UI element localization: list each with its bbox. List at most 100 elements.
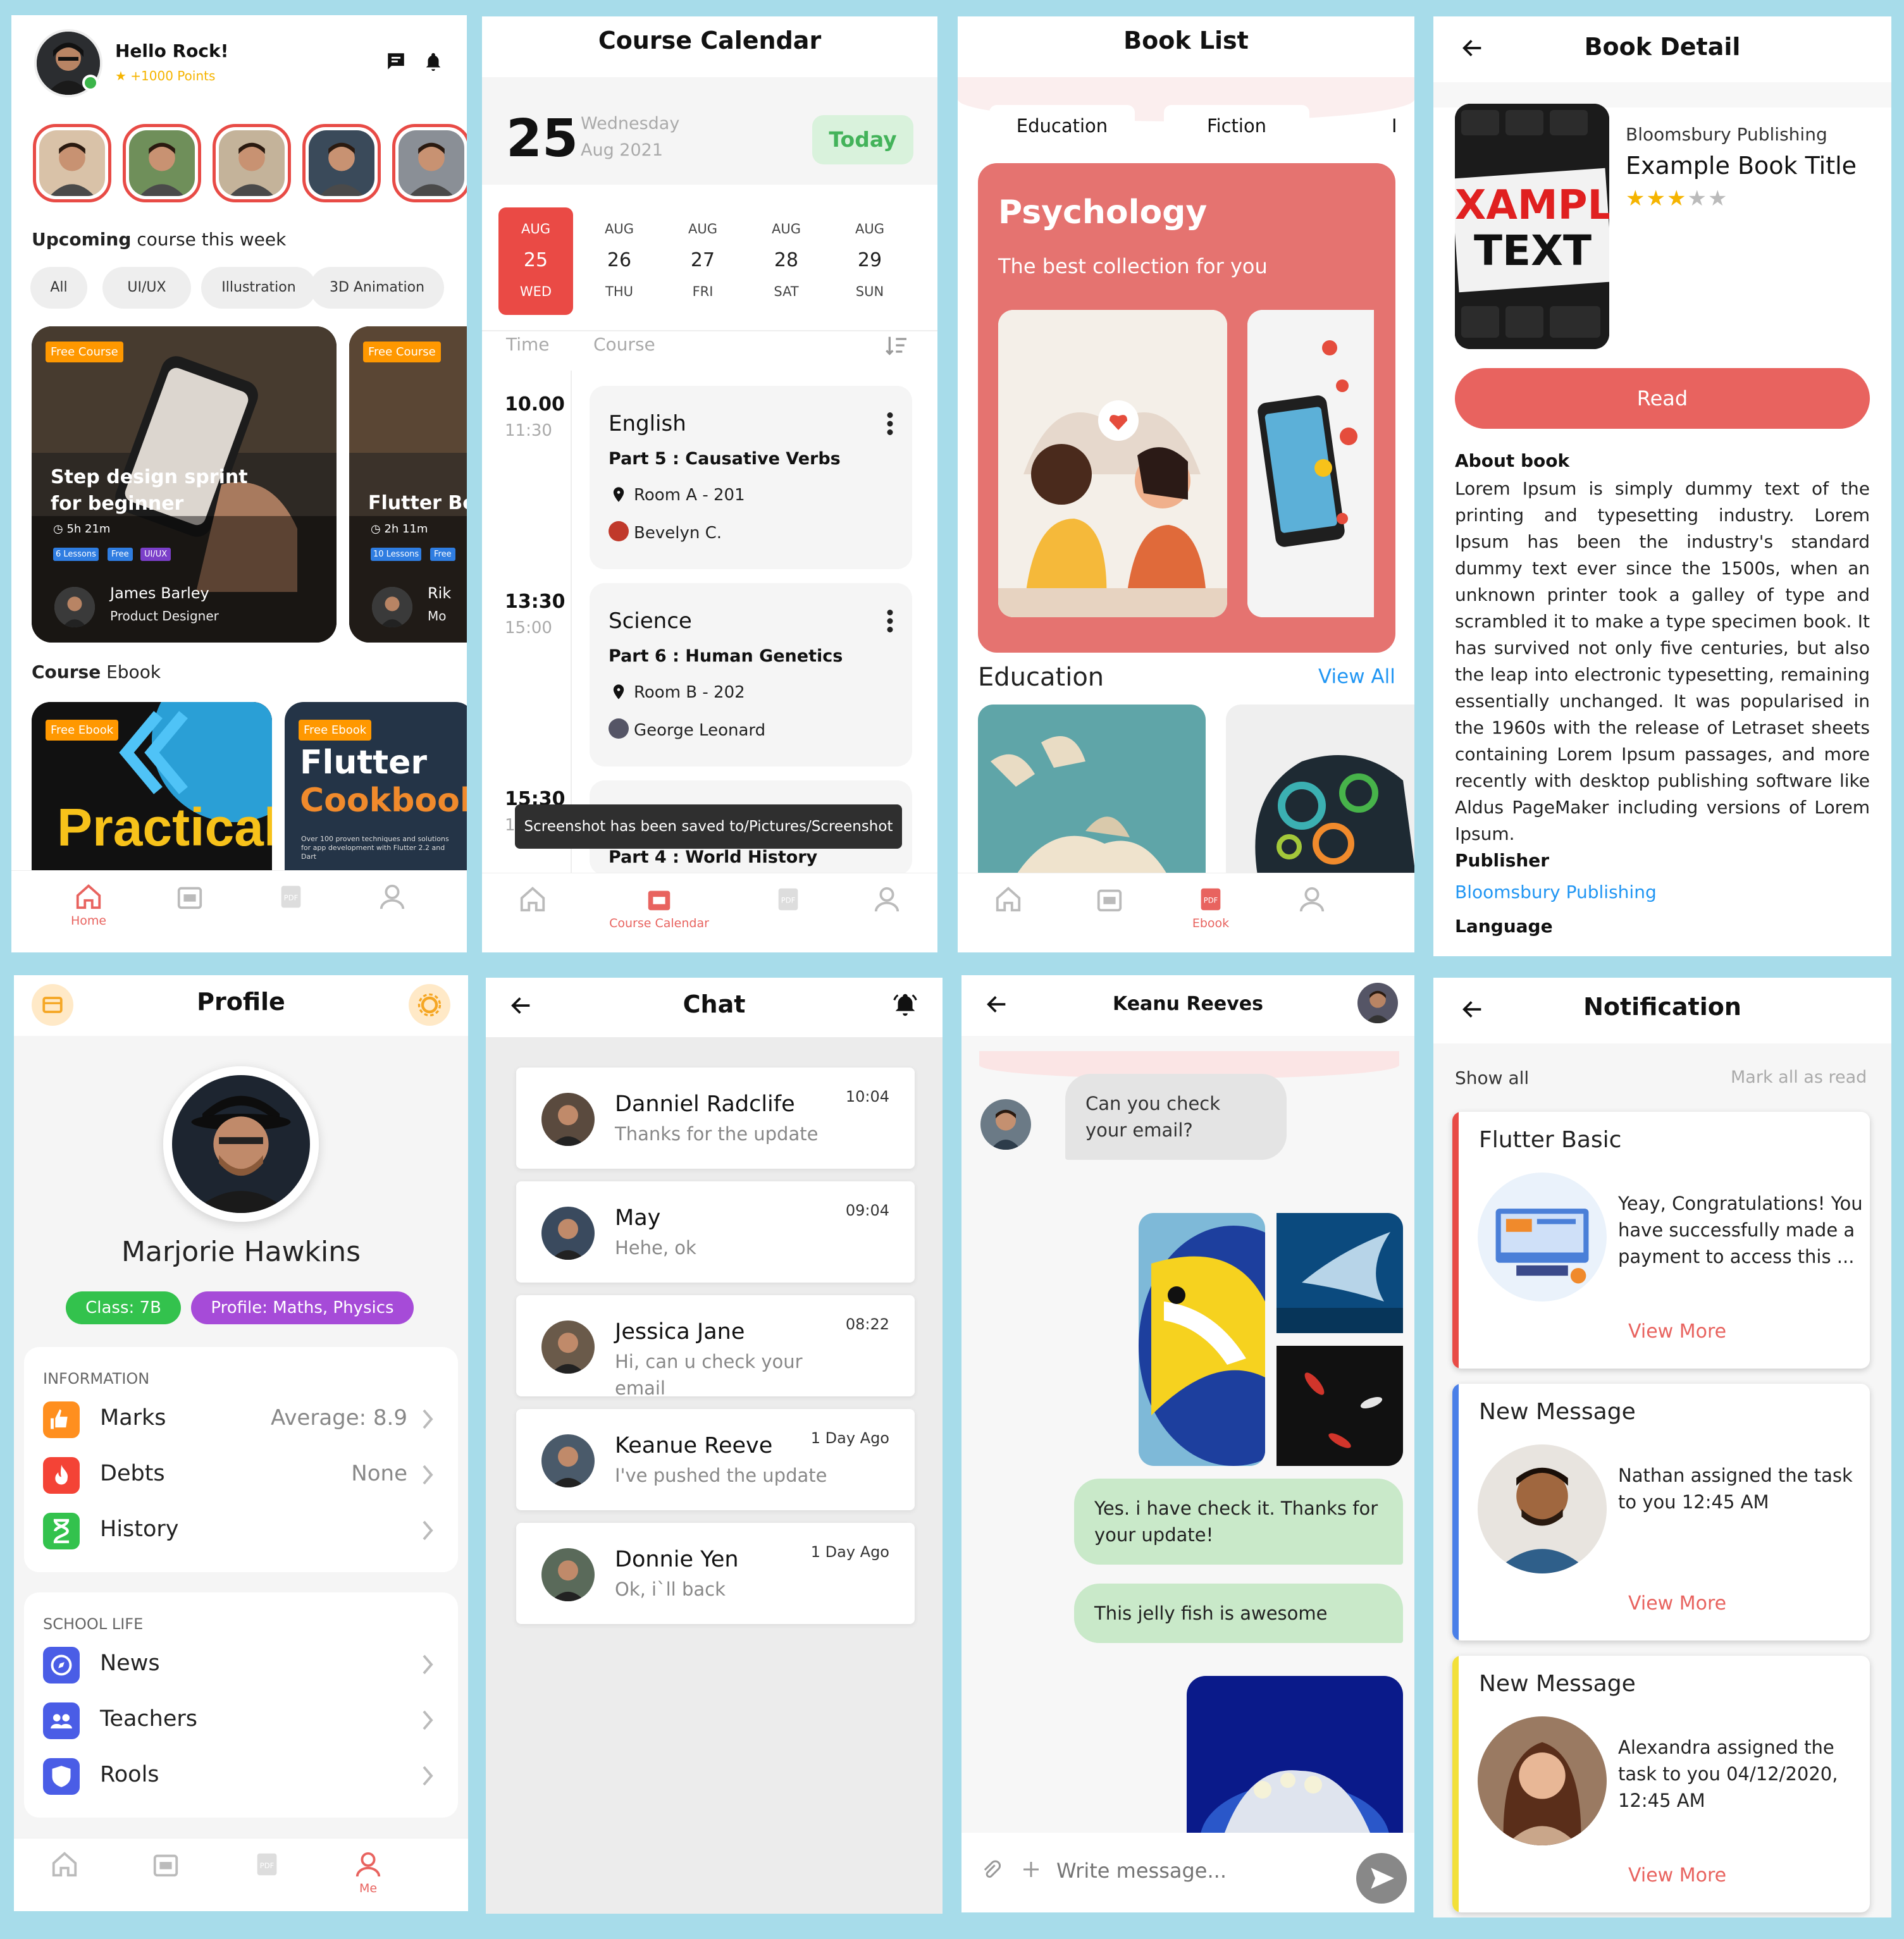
contact-avatar[interactable]	[1357, 983, 1398, 1023]
start-time: 10.00	[505, 393, 565, 416]
notification-card[interactable]: New Message Nathan assigned the task to …	[1452, 1384, 1870, 1640]
info-row-debts[interactable]: Debts None	[43, 1448, 439, 1503]
nav-home[interactable]: Home	[51, 882, 127, 928]
date-month: AUG	[688, 221, 717, 237]
end-time: 1	[505, 816, 516, 835]
chat-thread[interactable]: Jessica Jane Hi, can u check your email …	[516, 1295, 915, 1399]
ebook-card[interactable]: Free Ebook Flutter Cookbook Over 100 pro…	[285, 702, 467, 885]
svg-text:PDF: PDF	[260, 1861, 274, 1870]
publisher-link[interactable]: Bloomsbury Publishing	[1455, 882, 1657, 902]
user-icon	[354, 1850, 383, 1879]
thumbs-up-icon	[43, 1401, 80, 1438]
story-avatar[interactable]	[33, 124, 111, 202]
nav-ebook[interactable]: PDF Ebook	[1173, 885, 1249, 930]
profile-avatar[interactable]	[163, 1066, 319, 1222]
book-cover[interactable]	[1247, 310, 1374, 617]
send-icon	[1371, 1868, 1394, 1889]
last-message: Thanks for the update	[615, 1123, 819, 1145]
ringing-bell-icon[interactable]	[891, 990, 920, 1019]
book-cover[interactable]	[998, 310, 1227, 617]
book-thumb[interactable]	[978, 705, 1206, 875]
view-more-link[interactable]: View More	[1628, 1592, 1726, 1615]
shared-image[interactable]	[1277, 1346, 1403, 1466]
send-button[interactable]	[1356, 1853, 1407, 1904]
date-weekday: SUN	[855, 284, 884, 299]
course-title: Flutter Bc	[368, 492, 467, 514]
course-teacher: George Leonard	[634, 721, 766, 740]
shared-image[interactable]	[1187, 1676, 1403, 1833]
show-all-link[interactable]: Show all	[1455, 1068, 1529, 1088]
contact-avatar	[541, 1548, 595, 1601]
school-row-news[interactable]: News	[43, 1638, 439, 1692]
course-card[interactable]: Science Part 6 : Human Genetics Room B -…	[590, 583, 912, 766]
author-role: Product Designer	[110, 608, 219, 624]
view-all-link[interactable]: View All	[1318, 665, 1395, 688]
chip-all[interactable]: All	[30, 267, 87, 309]
notification-card[interactable]: New Message Alexandra assigned the task …	[1452, 1656, 1870, 1912]
psychology-banner[interactable]: Psychology The best collection for you	[978, 163, 1395, 653]
nav-calendar[interactable]	[128, 1850, 204, 1881]
nav-calendar[interactable]	[152, 882, 228, 914]
sort-icon[interactable]	[883, 333, 911, 358]
chat-thread[interactable]: Danniel Radclife Thanks for the update 1…	[516, 1068, 915, 1169]
view-more-link[interactable]: View More	[1628, 1864, 1726, 1887]
read-button[interactable]: Read	[1455, 368, 1870, 429]
story-avatar[interactable]	[213, 124, 291, 202]
chip-3d-animation[interactable]: 3D Animation	[310, 267, 444, 309]
more-icon[interactable]	[887, 610, 893, 632]
date-cell[interactable]: AUG 28 SAT	[749, 207, 824, 315]
story-avatar[interactable]	[123, 124, 201, 202]
nav-ebook[interactable]: PDF	[253, 882, 329, 914]
course-card[interactable]: English Part 5 : Causative Verbs Room A …	[590, 386, 912, 569]
info-row-history[interactable]: History	[43, 1504, 439, 1558]
ebook-card[interactable]: Free Ebook Practical	[32, 702, 272, 885]
story-avatar[interactable]	[392, 124, 467, 202]
page-title: Profile	[197, 988, 285, 1016]
attach-icon[interactable]	[978, 1857, 1003, 1882]
message-icon[interactable]	[385, 51, 407, 72]
add-icon[interactable]	[1020, 1858, 1042, 1881]
info-row-marks[interactable]: Marks Average: 8.9	[43, 1393, 439, 1447]
nav-calendar[interactable]: Course Calendar	[596, 885, 722, 930]
date-cell[interactable]: AUG 25 WED	[498, 207, 573, 315]
tab-education[interactable]: Education	[989, 105, 1135, 147]
tab-fiction[interactable]: Fiction	[1164, 105, 1309, 147]
chat-thread[interactable]: Donnie Yen Ok, i`ll back 1 Day Ago	[516, 1523, 915, 1624]
tab-more[interactable]: I	[1392, 105, 1414, 147]
nav-profile[interactable]	[354, 882, 430, 914]
message-input[interactable]	[1056, 1852, 1322, 1890]
notification-card[interactable]: Flutter Basic Yeay, Congratulations! You…	[1452, 1112, 1870, 1369]
nav-profile[interactable]	[1274, 885, 1350, 916]
nav-calendar[interactable]	[1072, 885, 1147, 916]
nav-profile[interactable]	[849, 885, 925, 916]
nav-home[interactable]	[27, 1850, 102, 1881]
author-role: Mo	[428, 608, 447, 624]
chip-illustration[interactable]: Illustration	[201, 267, 316, 309]
mark-all-read-link[interactable]: Mark all as read	[1731, 1068, 1867, 1087]
settings-gear-icon[interactable]	[409, 984, 450, 1026]
school-row-rools[interactable]: Rools	[43, 1749, 439, 1804]
book-thumb[interactable]	[1226, 705, 1414, 875]
shared-image[interactable]	[1277, 1213, 1403, 1333]
school-row-teachers[interactable]: Teachers	[43, 1694, 439, 1748]
view-more-link[interactable]: View More	[1628, 1320, 1726, 1343]
more-icon[interactable]	[887, 412, 893, 435]
shared-image[interactable]	[1139, 1213, 1265, 1466]
calendar-icon	[151, 1850, 180, 1879]
chat-thread[interactable]: Keanue Reeve I've pushed the update 1 Da…	[516, 1409, 915, 1510]
bell-icon[interactable]	[423, 51, 444, 73]
nav-ebook[interactable]: PDF	[229, 1850, 305, 1881]
date-cell[interactable]: AUG 27 FRI	[665, 207, 740, 315]
course-card[interactable]: Free Course Flutter Bc ◷ 2h 11m 10 Lesso…	[349, 326, 467, 643]
star-icon: ★	[1707, 186, 1729, 211]
nav-profile[interactable]: Me	[330, 1850, 406, 1895]
story-avatar[interactable]	[302, 124, 381, 202]
nav-ebook[interactable]: PDF	[750, 885, 826, 916]
date-cell[interactable]: AUG 26 THU	[582, 207, 657, 315]
nav-home[interactable]	[495, 885, 571, 916]
date-cell[interactable]: AUG 29 SUN	[832, 207, 907, 315]
chat-thread[interactable]: May Hehe, ok 09:04	[516, 1181, 915, 1283]
nav-home[interactable]	[970, 885, 1046, 916]
course-card[interactable]: Free Course Step design sprint for begin…	[32, 326, 337, 643]
chip-uiux[interactable]: UI/UX	[102, 267, 191, 309]
